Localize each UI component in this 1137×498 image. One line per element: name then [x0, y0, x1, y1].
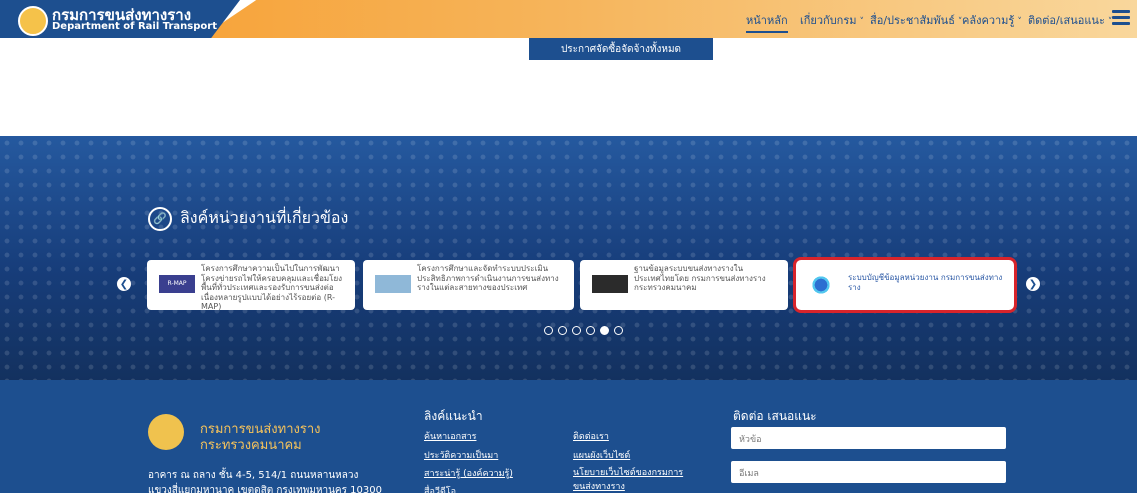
footer-link-history[interactable]: ประวัติความเป็นมา: [424, 448, 498, 462]
pager-dot[interactable]: [572, 326, 581, 335]
footer-address-line-2: แขวงสี่แยกมหานาค เขตดุสิต กรุงเทพมหานคร …: [148, 485, 382, 496]
footer-link-sitemap[interactable]: แผนผังเว็บไซต์: [573, 448, 630, 462]
link-card-text: ระบบบัญชีข้อมูลหน่วยงาน กรมการขนส่งทางรา…: [848, 273, 1003, 292]
pager-dot[interactable]: [544, 326, 553, 335]
nav-media-label: สื่อ/ประชาสัมพันธ์: [870, 14, 955, 27]
chevron-right-icon: ❯: [1028, 278, 1038, 290]
database-logo-icon: [592, 275, 628, 293]
footer-link-search-docs[interactable]: ค้นหาเอกสาร: [424, 429, 476, 443]
carousel-prev-button[interactable]: ❮: [117, 277, 131, 291]
site-footer: กรมการขนส่งทางราง กระทรวงคมนาคม อาคาร ณ …: [0, 380, 1137, 497]
related-links-title: ลิงค์หน่วยงานที่เกี่ยวข้อง: [180, 208, 349, 227]
nav-about-label: เกี่ยวกับกรม: [800, 14, 857, 27]
related-links-heading: 🔗 ลิงค์หน่วยงานที่เกี่ยวข้อง: [148, 206, 348, 231]
department-logo-icon[interactable]: [18, 6, 48, 36]
top-navigation-bar: กรมการขนส่งทางราง Department of Rail Tra…: [0, 0, 1137, 38]
hamburger-icon[interactable]: [1112, 10, 1130, 26]
train-image-icon: [375, 275, 411, 293]
chevron-left-icon: ❮: [119, 278, 129, 290]
footer-ministry-name: กระทรวงคมนาคม: [200, 438, 302, 453]
nav-contact-label: ติดต่อ/เสนอแนะ: [1028, 14, 1105, 27]
link-card-database[interactable]: ฐานข้อมูลระบบขนส่งทางรางในประเทศไทยโดย ก…: [580, 260, 788, 310]
nav-knowledge-label: คลังความรู้: [962, 14, 1015, 27]
subject-field[interactable]: หัวข้อ: [731, 427, 1006, 449]
pager-dot[interactable]: [586, 326, 595, 335]
link-card-text: ฐานข้อมูลระบบขนส่งทางรางในประเทศไทยโดย ก…: [634, 264, 766, 292]
nav-knowledge[interactable]: คลังความรู้ ˅: [962, 11, 1022, 29]
footer-link-contact[interactable]: ติดต่อเรา: [573, 429, 609, 443]
rmap-logo-icon: R-MAP: [159, 275, 195, 293]
contact-heading: ติดต่อ เสนอแนะ: [733, 409, 817, 423]
nav-media[interactable]: สื่อ/ประชาสัมพันธ์ ˅: [870, 11, 962, 29]
footer-link-videos[interactable]: สื่อวีดีโอ: [424, 484, 456, 498]
pager-dot-active[interactable]: [600, 326, 609, 335]
link-card-text: โครงการศึกษาและจัดทำระบบประเมินประสิทธิภ…: [417, 264, 559, 292]
nav-home-label: หน้าหลัก: [746, 14, 788, 27]
nav-home[interactable]: หน้าหลัก: [746, 11, 788, 33]
footer-address-line-1: อาคาร ณ ถลาง ชั้น 4-5, 514/1 ถนนหลานหลวง: [148, 470, 359, 481]
link-card-rmap[interactable]: R-MAP โครงการศึกษาความเป็นไปในการพัฒนาโค…: [147, 260, 355, 311]
link-card-text: โครงการศึกษาความเป็นไปในการพัฒนาโครงข่าย…: [201, 264, 343, 311]
link-card-efficiency[interactable]: โครงการศึกษาและจัดทำระบบประเมินประสิทธิภ…: [363, 260, 574, 310]
pager-dot[interactable]: [558, 326, 567, 335]
link-card-data-catalog[interactable]: ระบบบัญชีข้อมูลหน่วยงาน กรมการขนส่งทางรา…: [793, 257, 1017, 313]
recommended-links-heading: ลิงค์แนะนำ: [424, 409, 483, 423]
chevron-down-icon: ˅: [859, 17, 865, 27]
chevron-down-icon: ˅: [1017, 17, 1022, 27]
brand-name-english[interactable]: Department of Rail Transport: [52, 21, 217, 32]
all-procurement-button[interactable]: ประกาศจัดซื้อจัดจ้างทั้งหมด: [529, 38, 713, 60]
footer-link-website-policy[interactable]: นโยบายเว็บไซต์ของกรมการขนส่งทางราง: [573, 466, 703, 494]
footer-link-knowledge[interactable]: สาระน่ารู้ (องค์ความรู้): [424, 466, 513, 480]
nav-about[interactable]: เกี่ยวกับกรม ˅: [800, 11, 864, 29]
pager-dot[interactable]: [614, 326, 623, 335]
carousel-next-button[interactable]: ❯: [1026, 277, 1040, 291]
email-field[interactable]: อีเมล: [731, 461, 1006, 483]
rmap-thumb-label: R-MAP: [167, 280, 187, 287]
carousel-pager: [544, 326, 623, 335]
related-links-section: 🔗 ลิงค์หน่วยงานที่เกี่ยวข้อง ❮ R-MAP โคร…: [0, 136, 1137, 380]
department-emblem-icon: [148, 414, 184, 450]
data-catalog-logo-icon: [810, 274, 832, 296]
nav-contact[interactable]: ติดต่อ/เสนอแนะ ˅: [1028, 11, 1112, 29]
link-icon: 🔗: [148, 206, 172, 231]
